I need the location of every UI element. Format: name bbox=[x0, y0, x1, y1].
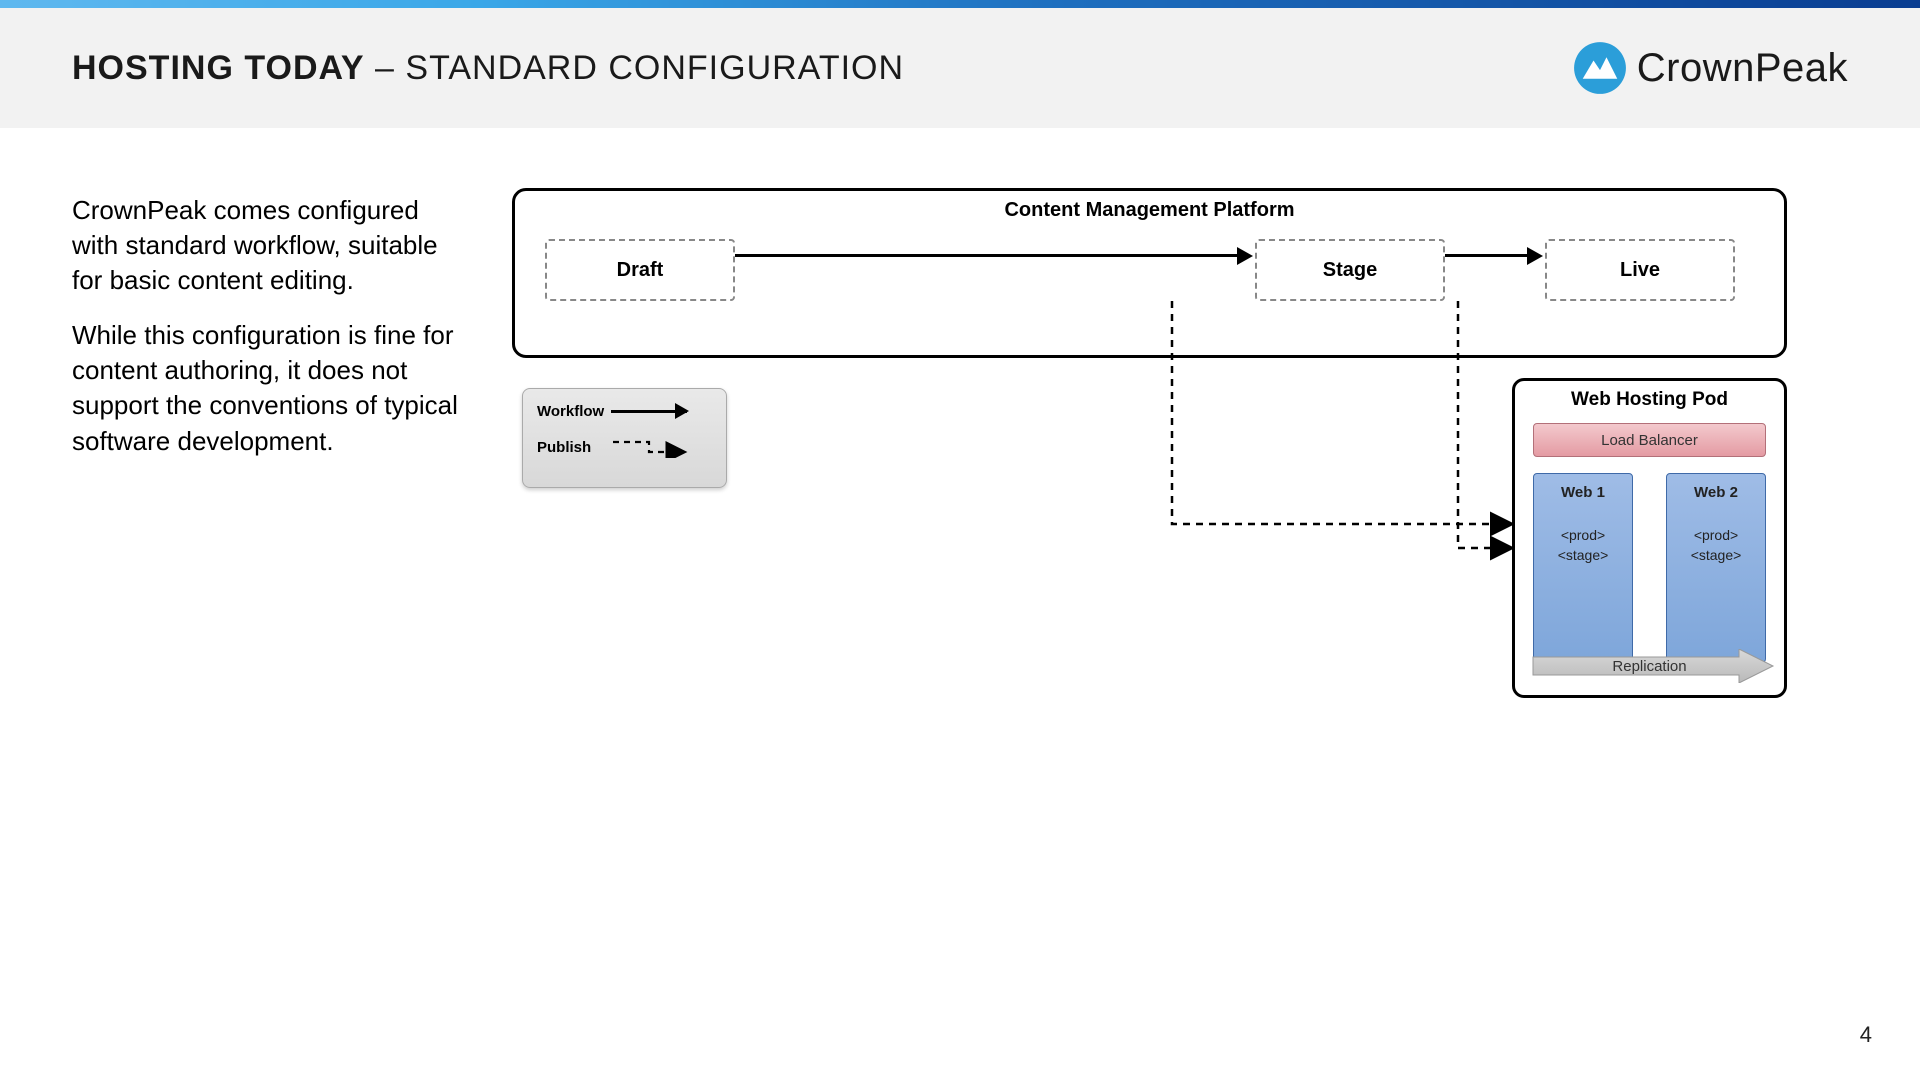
page-number: 4 bbox=[1860, 1022, 1872, 1048]
architecture-diagram: Content Management Platform Draft Stage … bbox=[512, 188, 1787, 708]
web2-box: Web 2 <prod> <stage> bbox=[1666, 473, 1766, 663]
paragraph-2: While this configuration is fine for con… bbox=[72, 318, 472, 458]
body-text: CrownPeak comes configured with standard… bbox=[72, 193, 472, 479]
slide-header: HOSTING TODAY – STANDARD CONFIGURATION C… bbox=[0, 8, 1920, 128]
brand-text: CrownPeak bbox=[1637, 46, 1848, 91]
legend-workflow-label: Workflow bbox=[537, 403, 599, 420]
web1-name: Web 1 bbox=[1534, 484, 1632, 501]
slide-body: CrownPeak comes configured with standard… bbox=[0, 128, 1920, 1080]
replication-label: Replication bbox=[1533, 651, 1766, 681]
web1-prod: <prod> bbox=[1534, 527, 1632, 543]
title-bold: HOSTING TODAY bbox=[72, 49, 365, 87]
title-sub: – STANDARD CONFIGURATION bbox=[365, 49, 904, 87]
web-hosting-pod-box: Web Hosting Pod Load Balancer Web 1 <pro… bbox=[1512, 378, 1787, 698]
web2-name: Web 2 bbox=[1667, 484, 1765, 501]
legend-solid-arrow-icon bbox=[611, 410, 687, 413]
web2-stage: <stage> bbox=[1667, 547, 1765, 563]
web1-stage: <stage> bbox=[1534, 547, 1632, 563]
paragraph-1: CrownPeak comes configured with standard… bbox=[72, 193, 472, 298]
crownpeak-icon bbox=[1573, 41, 1627, 95]
legend-dashed-arrow-icon bbox=[611, 438, 687, 456]
web2-prod: <prod> bbox=[1667, 527, 1765, 543]
load-balancer-box: Load Balancer bbox=[1533, 423, 1766, 457]
slide-title: HOSTING TODAY – STANDARD CONFIGURATION bbox=[72, 49, 904, 88]
brand-logo: CrownPeak bbox=[1573, 41, 1848, 95]
web1-box: Web 1 <prod> <stage> bbox=[1533, 473, 1633, 663]
pod-title: Web Hosting Pod bbox=[1515, 389, 1784, 411]
legend-publish-label: Publish bbox=[537, 439, 599, 456]
legend-row-publish: Publish bbox=[537, 438, 712, 456]
legend-row-workflow: Workflow bbox=[537, 403, 712, 420]
legend-box: Workflow Publish bbox=[522, 388, 727, 488]
top-gradient-bar bbox=[0, 0, 1920, 8]
